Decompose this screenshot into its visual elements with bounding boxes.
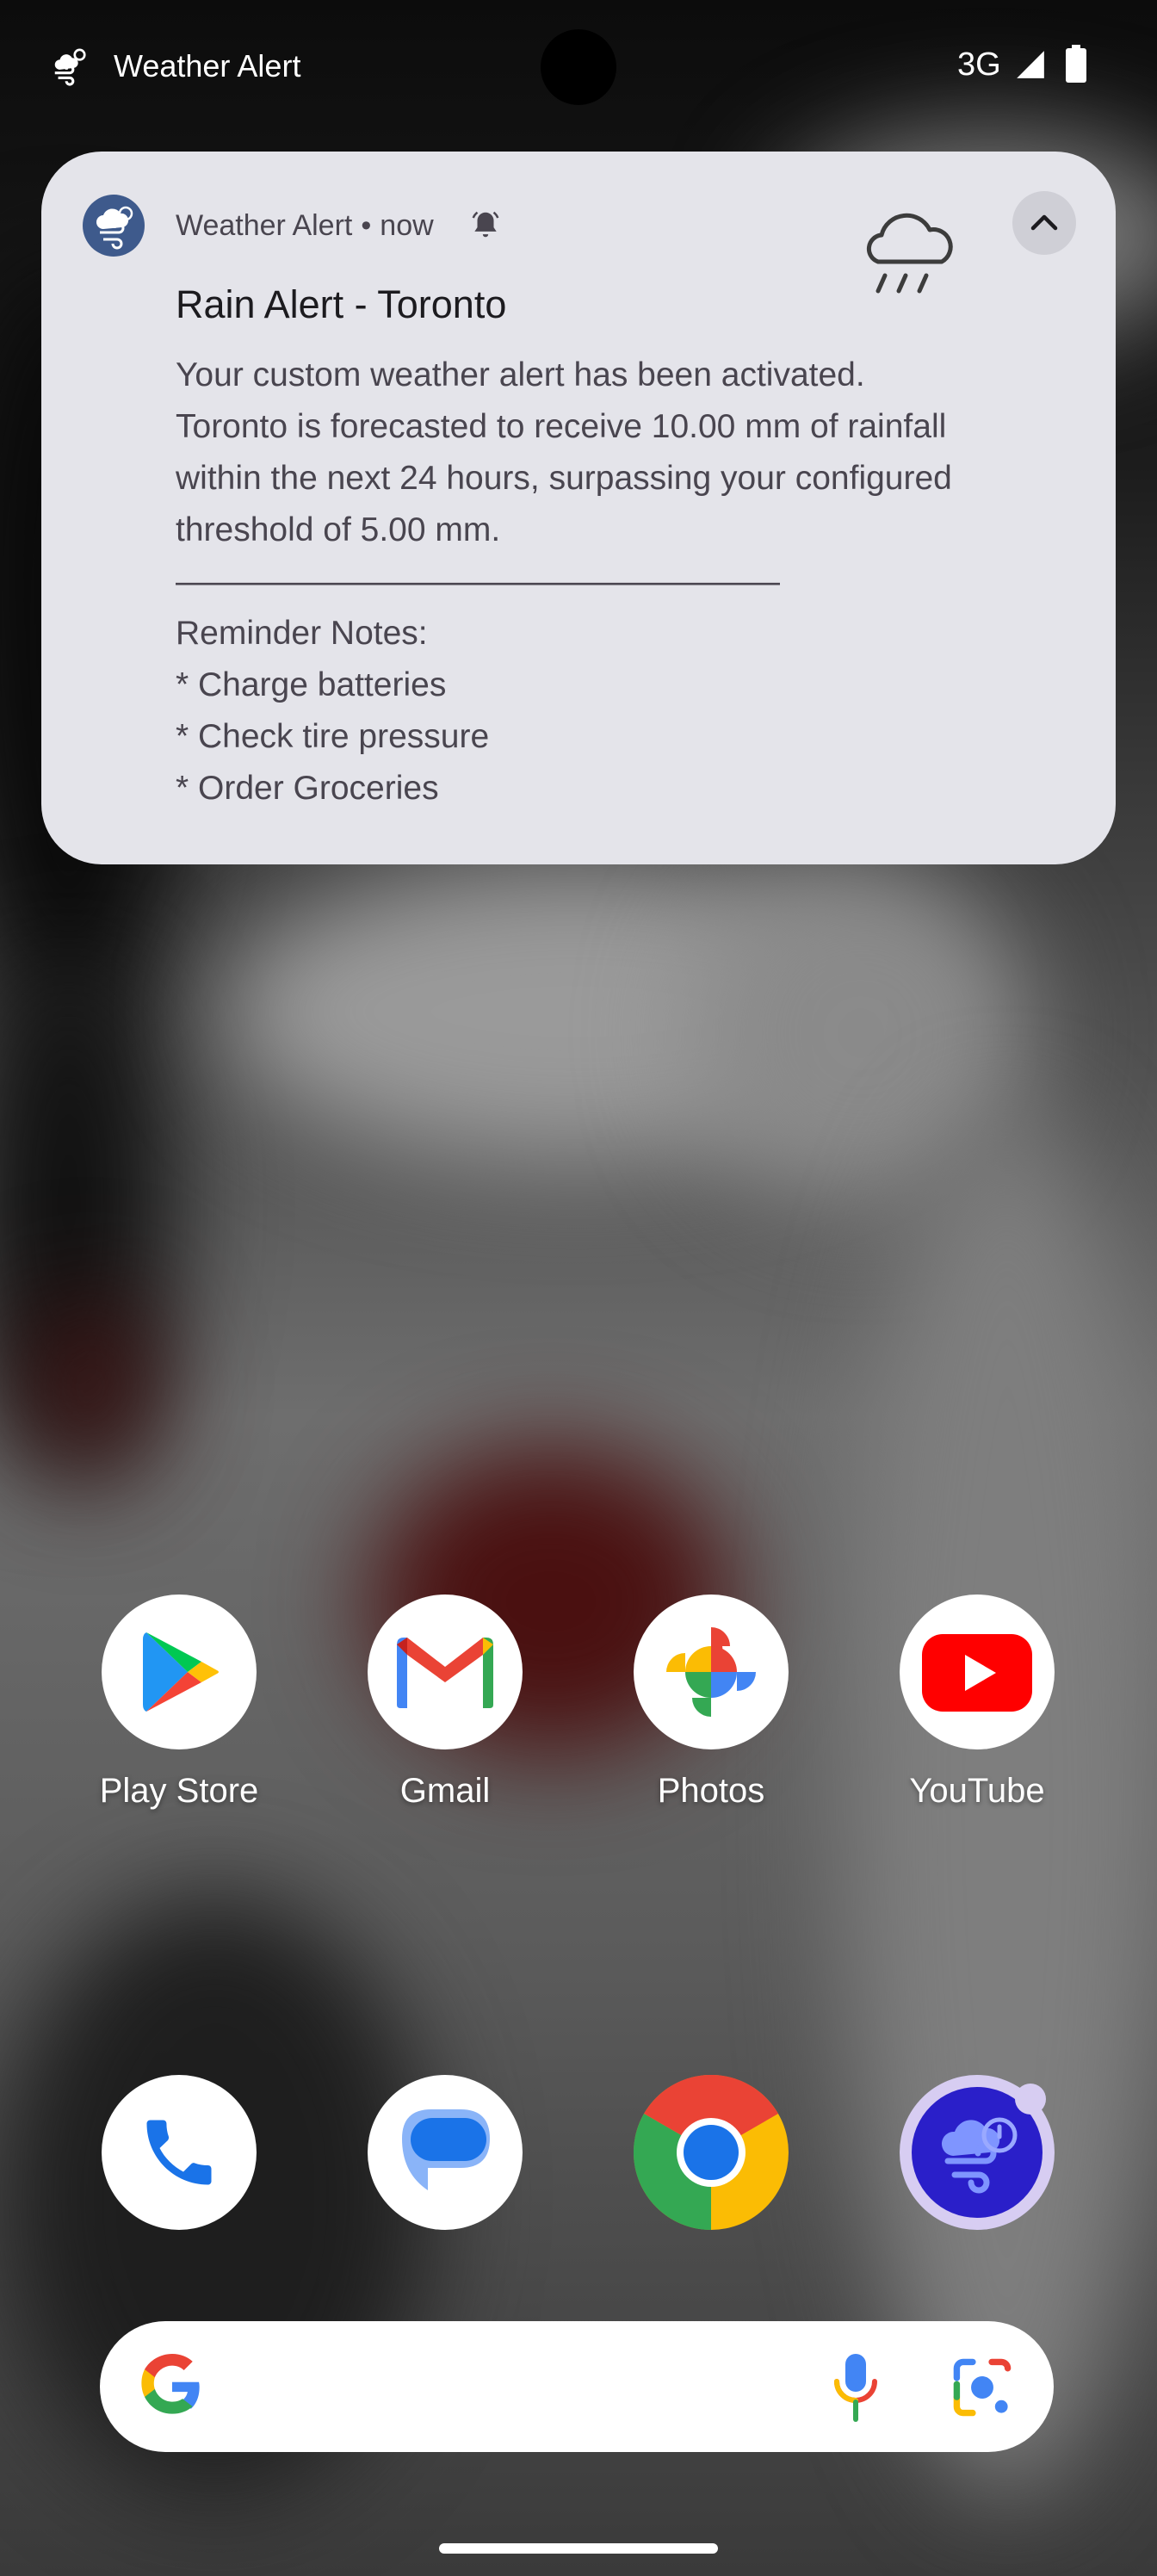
lens-icon[interactable] — [950, 2356, 1014, 2419]
app-label: Photos — [657, 1772, 765, 1810]
separator-dot: • — [361, 209, 372, 242]
reminder-item: * Charge batteries — [176, 666, 447, 703]
play-store-icon — [102, 1595, 257, 1749]
notification-body: Your custom weather alert has been activ… — [176, 350, 1071, 814]
gmail-icon — [368, 1595, 523, 1749]
reminder-heading: Reminder Notes: — [176, 615, 428, 652]
app-photos[interactable]: Photos — [616, 1595, 806, 1811]
phone-icon — [146, 2120, 212, 2185]
dock-phone[interactable] — [102, 2075, 257, 2230]
microphone-icon[interactable] — [830, 2350, 882, 2423]
body-line: Your custom weather alert has been activ… — [176, 356, 865, 393]
notification-header: Weather Alert • now — [176, 201, 434, 250]
app-gmail[interactable]: Gmail — [350, 1595, 540, 1811]
notification-title: Rain Alert - Toronto — [176, 282, 507, 326]
chevron-up-icon — [1030, 214, 1058, 231]
dock-weather-alert[interactable] — [900, 2075, 1055, 2230]
status-app-name: Weather Alert — [114, 48, 301, 84]
reminder-item: * Order Groceries — [176, 770, 439, 807]
bell-icon — [472, 211, 499, 238]
chrome-icon — [634, 2075, 789, 2230]
weather-alert-app-icon — [912, 2084, 1046, 2218]
messages-icon — [402, 2109, 490, 2190]
dock-messages[interactable] — [368, 2075, 523, 2230]
rain-cloud-icon — [866, 213, 953, 294]
reminder-item: * Check tire pressure — [176, 718, 490, 755]
notification-time: now — [380, 209, 434, 242]
dock-chrome[interactable] — [634, 2075, 789, 2230]
body-line: threshold of 5.00 mm. — [176, 511, 501, 548]
signal-icon — [1017, 51, 1044, 78]
gesture-nav-bar[interactable] — [439, 2543, 718, 2554]
camera-cutout — [541, 29, 616, 105]
app-youtube[interactable]: YouTube — [882, 1595, 1072, 1811]
status-bar: Weather Alert 3G — [0, 0, 1157, 129]
weather-app-status-icon — [54, 48, 86, 86]
notification-app-name: Weather Alert — [176, 209, 353, 242]
photos-icon — [634, 1595, 789, 1749]
google-search-bar[interactable] — [100, 2321, 1054, 2452]
youtube-icon — [900, 1595, 1055, 1749]
collapse-button[interactable] — [1012, 191, 1076, 255]
body-separator: —————————————————— — [176, 563, 780, 600]
app-label: Gmail — [399, 1772, 491, 1810]
weather-app-icon — [83, 195, 145, 257]
network-type: 3G — [957, 46, 1001, 83]
app-play-store[interactable]: Play Store — [84, 1595, 274, 1811]
battery-icon — [1066, 45, 1086, 83]
weather-notification[interactable]: Weather Alert • now Rain Alert - Toronto Y… — [41, 152, 1116, 864]
body-line: within the next 24 hours, surpassing you… — [176, 460, 952, 497]
app-label: YouTube — [909, 1772, 1045, 1810]
app-label: Play Store — [99, 1772, 259, 1810]
google-logo-icon — [141, 2354, 200, 2414]
body-line: Toronto is forecasted to receive 10.00 m… — [176, 408, 947, 445]
